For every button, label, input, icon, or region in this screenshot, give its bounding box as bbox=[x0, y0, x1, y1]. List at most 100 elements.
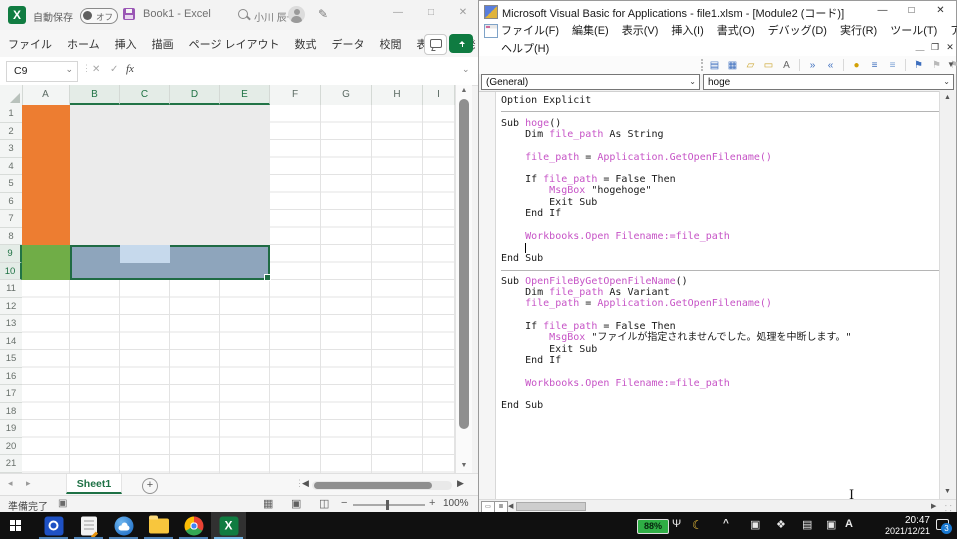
column-header-C[interactable]: C bbox=[120, 85, 170, 105]
save-button[interactable] bbox=[123, 8, 135, 20]
row-header-4[interactable]: 4 bbox=[0, 158, 22, 176]
row-header-13[interactable]: 13 bbox=[0, 315, 22, 333]
complete-word-icon[interactable]: A bbox=[779, 58, 794, 73]
select-all-corner[interactable] bbox=[0, 85, 23, 105]
excel-close-button[interactable]: ✕ bbox=[450, 2, 476, 24]
row-header-12[interactable]: 12 bbox=[0, 298, 22, 316]
quick-info-icon[interactable]: ▱ bbox=[743, 58, 758, 73]
accessibility-icon[interactable]: ▣ bbox=[58, 498, 67, 509]
column-header-I[interactable]: I bbox=[423, 85, 455, 105]
vba-menu-ヘルプ(H)[interactable]: ヘルプ(H) bbox=[501, 40, 549, 56]
zoom-level[interactable]: 100% bbox=[443, 498, 469, 509]
normal-view-icon[interactable]: ▦ bbox=[263, 497, 273, 510]
cancel-icon[interactable]: ✕ bbox=[92, 64, 100, 75]
indent-icon[interactable]: » bbox=[805, 58, 820, 73]
chevron-down-icon[interactable]: ⌄ bbox=[689, 77, 696, 86]
ribbon-tab-ファイル[interactable]: ファイル bbox=[8, 36, 52, 52]
taskbar-app-screen-recorder[interactable] bbox=[36, 512, 71, 539]
column-header-D[interactable]: D bbox=[170, 85, 220, 105]
row-header-7[interactable]: 7 bbox=[0, 210, 22, 228]
row-header-20[interactable]: 20 bbox=[0, 438, 22, 456]
procedure-combo[interactable]: hoge ⌄ bbox=[703, 74, 954, 90]
parameter-info-icon[interactable]: ▭ bbox=[761, 58, 776, 73]
battery-indicator[interactable]: 88% bbox=[637, 519, 669, 534]
row-header-10[interactable]: 10 bbox=[0, 263, 22, 281]
autosave-toggle[interactable]: オフ bbox=[80, 8, 118, 24]
column-header-A[interactable]: A bbox=[22, 85, 70, 105]
zoom-slider[interactable] bbox=[353, 504, 425, 506]
chevron-down-icon[interactable]: ⌄ bbox=[65, 64, 73, 75]
row-header-9[interactable]: 9 bbox=[0, 245, 22, 263]
avatar[interactable] bbox=[288, 6, 305, 23]
row-header-2[interactable]: 2 bbox=[0, 123, 22, 141]
taskbar-app-notepad[interactable] bbox=[71, 512, 106, 539]
excel-minimize-button[interactable]: — bbox=[385, 2, 411, 24]
hscroll-right-icon[interactable]: ▶ bbox=[457, 478, 464, 489]
column-header-F[interactable]: F bbox=[270, 85, 321, 105]
card-app-icon[interactable]: ▤ bbox=[802, 518, 812, 531]
list-properties-icon[interactable]: ▤ bbox=[707, 58, 722, 73]
row-header-6[interactable]: 6 bbox=[0, 193, 22, 211]
sheet-next-icon[interactable]: ▸ bbox=[26, 478, 31, 489]
ribbon-tab-データ[interactable]: データ bbox=[332, 36, 365, 52]
code-pane[interactable]: Option ExplicitSub hoge() Dim file_path … bbox=[479, 91, 956, 500]
row-header-21[interactable]: 21 bbox=[0, 455, 22, 473]
ribbon-tab-ページ レイアウト[interactable]: ページ レイアウト bbox=[189, 36, 280, 52]
start-button[interactable] bbox=[10, 520, 21, 531]
vba-menu-編集(E)[interactable]: 編集(E) bbox=[572, 22, 609, 38]
list-constants-icon[interactable]: ▦ bbox=[725, 58, 740, 73]
row-header-18[interactable]: 18 bbox=[0, 403, 22, 421]
screenshot-tool-icon[interactable]: ▣ bbox=[826, 518, 836, 531]
enter-check-icon[interactable]: ✓ bbox=[110, 64, 118, 75]
sheet-hscroll-thumb[interactable] bbox=[314, 482, 432, 489]
scroll-up-icon[interactable]: ▲ bbox=[456, 85, 472, 97]
vba-hscroll-thumb[interactable] bbox=[516, 502, 586, 511]
excel-maximize-button[interactable]: □ bbox=[418, 2, 444, 24]
row-header-11[interactable]: 11 bbox=[0, 280, 22, 298]
excel-vscroll-thumb[interactable] bbox=[459, 99, 469, 429]
night-mode-moon-icon[interactable]: ☾ bbox=[692, 518, 703, 532]
uncomment-block-icon[interactable]: ≡ bbox=[885, 58, 900, 73]
row-header-19[interactable]: 19 bbox=[0, 420, 22, 438]
vba-menu-ツール(T)[interactable]: ツール(T) bbox=[890, 22, 937, 38]
vba-menu-書式(O)[interactable]: 書式(O) bbox=[717, 22, 755, 38]
column-header-G[interactable]: G bbox=[321, 85, 372, 105]
toolbar-grip[interactable] bbox=[701, 59, 706, 71]
toggle-breakpoint-icon[interactable]: ● bbox=[849, 58, 864, 73]
scroll-up-icon[interactable]: ▲ bbox=[940, 91, 955, 104]
ribbon-tab-校閲[interactable]: 校閲 bbox=[380, 36, 402, 52]
zoom-in-button[interactable]: + bbox=[429, 497, 435, 509]
vba-menu-実行(R)[interactable]: 実行(R) bbox=[840, 22, 877, 38]
hscroll-left-icon[interactable]: ◀ bbox=[302, 478, 309, 489]
sheet-tab-sheet1[interactable]: Sheet1 bbox=[66, 474, 122, 494]
usb-icon[interactable]: Ψ bbox=[672, 518, 681, 530]
sheet-hscroll-track[interactable] bbox=[312, 481, 452, 490]
column-header-H[interactable]: H bbox=[372, 85, 423, 105]
vba-menu-デバッグ(D)[interactable]: デバッグ(D) bbox=[768, 22, 827, 38]
comment-block-icon[interactable]: ≡ bbox=[867, 58, 882, 73]
taskbar-app-chrome[interactable] bbox=[176, 512, 211, 539]
fill-handle[interactable] bbox=[264, 274, 271, 281]
formula-expand-icon[interactable]: ⌄ bbox=[462, 64, 470, 75]
row-header-17[interactable]: 17 bbox=[0, 385, 22, 403]
vba-menu-挿入(I)[interactable]: 挿入(I) bbox=[671, 22, 703, 38]
snip-tool-icon[interactable]: ▣ bbox=[750, 518, 760, 531]
row-header-15[interactable]: 15 bbox=[0, 350, 22, 368]
share-button[interactable] bbox=[449, 34, 473, 53]
zoom-out-button[interactable]: − bbox=[341, 497, 347, 509]
scroll-down-icon[interactable]: ▼ bbox=[456, 460, 472, 472]
ribbon-tab-挿入[interactable]: 挿入 bbox=[115, 36, 137, 52]
taskbar-clock[interactable]: 20:47 2021/12/21 bbox=[868, 515, 930, 536]
page-layout-view-icon[interactable]: ▣ bbox=[291, 497, 301, 510]
ime-mode-indicator[interactable]: A bbox=[845, 518, 853, 530]
ribbon-tab-描画[interactable]: 描画 bbox=[152, 36, 174, 52]
object-combo[interactable]: (General) ⌄ bbox=[481, 74, 700, 90]
excel-vertical-scrollbar[interactable]: ▲ ▼ bbox=[455, 85, 472, 473]
row-header-3[interactable]: 3 bbox=[0, 140, 22, 158]
insert-function-icon[interactable]: fx bbox=[126, 63, 134, 75]
name-box[interactable]: C9 ⌄ bbox=[6, 61, 78, 82]
pen-icon[interactable]: ✎ bbox=[318, 7, 328, 21]
mdi-close-button[interactable]: ✕ bbox=[943, 40, 957, 54]
taskbar-app-excel[interactable]: X bbox=[211, 512, 246, 539]
active-cell-C9[interactable] bbox=[120, 245, 170, 263]
